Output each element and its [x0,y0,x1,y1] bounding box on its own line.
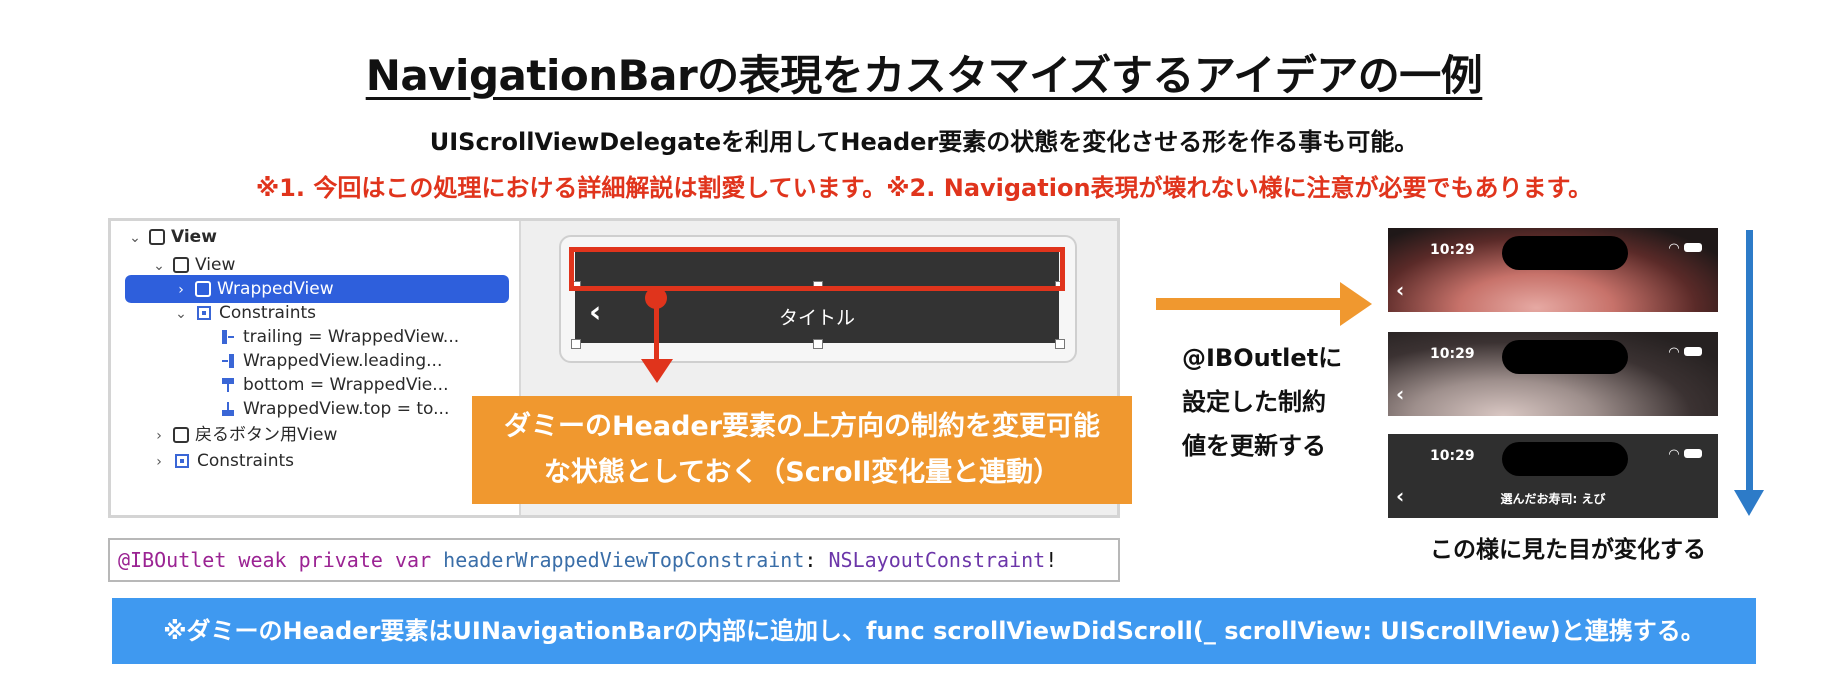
outline-label: 戻るボタン用View [195,425,338,445]
nav-title: 選んだお寿司: えび [1500,492,1606,506]
footer-banner: ※ダミーのHeader要素はUINavigationBarの内部に追加し、fun… [112,598,1756,664]
battery-icon [1684,347,1702,356]
outline-label: bottom = WrappedVie... [243,375,449,395]
outline-label: Constraints [197,451,294,471]
outline-label: View [171,227,217,247]
top-constraint-icon [221,398,235,416]
outline-row-constraint[interactable]: WrappedView.top = to... [221,395,449,423]
highlight-box [569,247,1065,291]
view-icon [173,257,189,273]
wifi-icon: ◠ [1669,447,1680,462]
callout-line: な状態としておく（Scroll変化量と連動） [543,457,1061,488]
status-time: 10:29 [1430,242,1475,258]
nav-title: タイトル [778,307,855,329]
resize-handle[interactable] [1055,339,1065,349]
leading-constraint-icon [221,350,235,368]
view-icon [173,427,189,443]
outline-row-constraints[interactable]: › Constraints [151,447,294,475]
outline-row-back-button-view[interactable]: › 戻るボタン用View [151,421,337,449]
code-keyword: private [298,548,383,572]
wifi-icon: ◠ [1669,345,1680,360]
back-chevron-icon[interactable]: ‹ [1396,382,1404,406]
outline-label: WrappedView [217,279,334,299]
code-attribute: @IBOutlet [118,548,227,572]
code-snippet: @IBOutlet weak private var headerWrapped… [108,538,1120,582]
wifi-icon: ◠ [1669,241,1680,256]
arrow-shaft [1746,230,1753,496]
outline-label: WrappedView.leading... [243,351,443,371]
callout-line: ダミーのHeader要素の上方向の制約を変更可能 [503,411,1101,442]
dynamic-island [1502,442,1628,476]
arrow-origin-dot [645,287,667,309]
arrow-caption-line: 値を更新する [1182,432,1326,460]
status-icons: ◠ [1669,345,1702,360]
change-caption: この様に見た目が変化する [1430,537,1706,563]
status-time: 10:29 [1430,346,1475,362]
bottom-constraint-icon [221,374,235,392]
outline-label: WrappedView.top = to... [243,399,450,419]
code-type: NSLayoutConstraint [828,548,1046,572]
view-icon [195,281,211,297]
constraints-icon [175,454,189,468]
code-identifier: headerWrappedViewTopConstraint [443,548,805,572]
outline-label: View [195,255,236,275]
chevron-down-icon[interactable]: ⌄ [127,224,143,252]
code-keyword: weak [238,548,287,572]
battery-icon [1684,243,1702,252]
outline-label: trailing = WrappedView... [243,327,460,347]
phone-screenshot: 10:29 ◠ ‹ [1388,332,1718,416]
resize-handle[interactable] [571,339,581,349]
page-title: NavigationBarの表現をカスタマイズするアイデアの一例 [365,51,1483,100]
arrow-caption-line: @IBOutletに [1182,344,1343,372]
code-keyword: var [394,548,432,572]
constraints-icon [197,306,211,320]
chevron-right-icon[interactable]: › [151,422,167,450]
dynamic-island [1502,236,1628,270]
status-icons: ◠ [1669,447,1702,462]
battery-icon [1684,449,1702,458]
phone-screenshot: 10:29 ◠ ‹ [1388,228,1718,312]
code-punct: ! [1045,548,1058,572]
page-subtitle: UIScrollViewDelegateを利用してHeader要素の状態を変化さ… [429,128,1419,156]
status-time: 10:29 [1430,448,1475,464]
resize-handle[interactable] [813,339,823,349]
phone-screenshot: 10:29 ◠ ‹ 選んだお寿司: えび [1388,434,1718,518]
document-outline: ⌄ View ⌄ View › WrappedView ⌄ Constraints tr… [111,221,521,515]
arrow-down-icon [1734,490,1764,516]
trailing-constraint-icon [221,326,235,344]
code-punct: : [804,548,817,572]
outline-label: Constraints [219,303,316,323]
arrow-down-icon [641,359,673,383]
dynamic-island [1502,340,1628,374]
outline-row-view-root[interactable]: ⌄ View [127,223,217,251]
arrow-shaft [1156,298,1344,310]
status-icons: ◠ [1669,241,1702,256]
back-chevron-icon[interactable]: ‹ [1396,278,1404,302]
view-icon [149,229,165,245]
notes-text: ※1. 今回はこの処理における詳細解説は割愛しています。※2. Navigati… [255,174,1593,202]
callout-box: ダミーのHeader要素の上方向の制約を変更可能 な状態としておく（Scroll… [472,396,1132,504]
arrow-right-icon [1340,282,1372,326]
arrow-caption: @IBOutletに 設定した制約 値を更新する [1182,336,1382,468]
chevron-down-icon[interactable]: ⌄ [173,300,189,328]
arrow-caption-line: 設定した制約 [1182,388,1326,416]
chevron-right-icon[interactable]: › [151,448,167,476]
